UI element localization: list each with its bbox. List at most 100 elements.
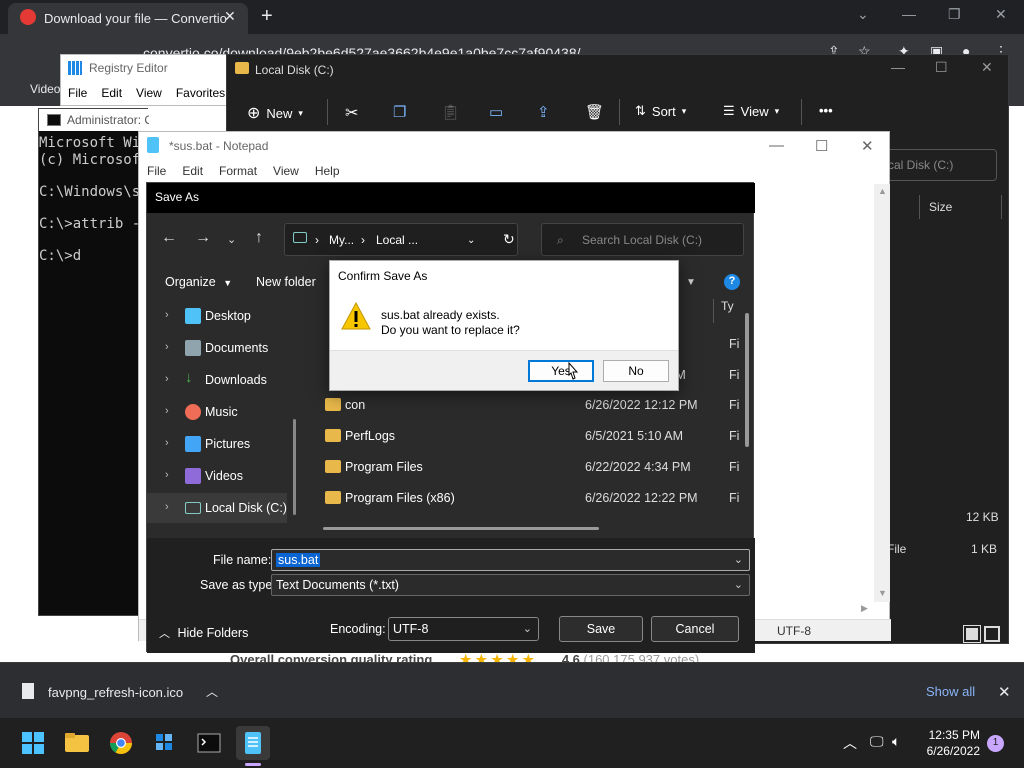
chrome-close-button[interactable]: ✕ [995, 6, 1007, 23]
help-icon[interactable]: ? [724, 274, 740, 290]
notepad-menu-edit[interactable]: Edit [182, 164, 203, 178]
scroll-right-icon[interactable]: ▶ [861, 603, 868, 614]
chrome-tab[interactable]: Download your file — Convertio [8, 3, 248, 34]
chevron-down-icon[interactable]: ⌄ [734, 553, 743, 566]
explorer-minimize-button[interactable]: — [891, 59, 905, 75]
share-icon[interactable]: ⇪ [537, 103, 550, 121]
column-header-size[interactable]: Size [929, 200, 952, 214]
breadcrumb-this-pc[interactable]: My... [329, 233, 354, 247]
chrome-collapse-icon[interactable]: ⌄ [857, 6, 869, 23]
nav-item-desktop[interactable]: › Desktop [147, 301, 287, 331]
delete-icon[interactable]: 🗑︎ [585, 103, 604, 121]
nav-item-videos[interactable]: › Videos [147, 461, 287, 491]
registry-menu-favorites[interactable]: Favorites [176, 86, 225, 100]
details-view-icon[interactable] [963, 625, 981, 643]
expand-chevron-icon[interactable]: › [165, 469, 169, 481]
file-row[interactable]: con 6/26/2022 12:12 PM Fi [323, 390, 743, 421]
address-dropdown-icon[interactable]: ⌄ [467, 235, 475, 246]
back-icon[interactable]: ← [161, 229, 177, 247]
explorer-close-button[interactable]: ✕ [981, 59, 993, 76]
search-input[interactable]: Search Local Disk (C:) [541, 223, 744, 256]
save-as-type-select[interactable]: Text Documents (*.txt) ⌄ [271, 574, 750, 596]
show-all-button[interactable]: Show all [926, 684, 975, 699]
more-options-icon[interactable]: ••• [819, 103, 833, 118]
registry-menu-view[interactable]: View [136, 86, 162, 100]
up-icon[interactable]: ↑ [255, 229, 263, 247]
expand-chevron-icon[interactable]: › [165, 341, 169, 353]
new-folder-button[interactable]: New folder [256, 275, 316, 289]
notepad-menu-help[interactable]: Help [315, 164, 340, 178]
address-bar[interactable]: › My... › Local ... ⌄ ↻ [284, 223, 518, 256]
nav-item-local-disk-c[interactable]: › Local Disk (C:) [147, 493, 287, 523]
breadcrumb-local-disk[interactable]: Local ... [376, 233, 418, 247]
no-button[interactable]: No [603, 360, 669, 382]
tab-close-icon[interactable]: ✕ [224, 8, 236, 25]
expand-chevron-icon[interactable]: › [165, 437, 169, 449]
tiles-view-icon[interactable] [984, 626, 1000, 642]
notepad-menu-file[interactable]: File [147, 164, 166, 178]
chrome-taskbar-icon[interactable] [104, 726, 138, 760]
bookmark-item[interactable]: Video [30, 82, 60, 96]
notepad-maximize-button[interactable]: ☐ [815, 137, 828, 155]
column-header-type[interactable]: Ty [721, 299, 734, 313]
chevron-up-icon[interactable]: ︿ [206, 683, 218, 700]
expand-chevron-icon[interactable]: › [165, 501, 169, 513]
scroll-up-icon[interactable]: ▲ [878, 186, 887, 196]
clock[interactable]: 12:35 PM 6/26/2022 [920, 727, 980, 759]
expand-chevron-icon[interactable]: › [165, 373, 169, 385]
file-row[interactable]: File 1 KB [887, 542, 997, 556]
command-prompt-taskbar-icon[interactable] [192, 726, 226, 760]
file-list-horizontal-scrollbar[interactable] [323, 527, 599, 530]
network-icon[interactable]: 🖵︎ [870, 733, 884, 750]
notepad-close-button[interactable]: ✕ [861, 137, 874, 155]
refresh-icon[interactable]: ↻ [503, 231, 515, 248]
notification-badge[interactable]: 1 [987, 735, 1004, 752]
file-list-vertical-scrollbar[interactable] [745, 313, 749, 447]
file-name-input[interactable]: sus.bat ⌄ [271, 549, 750, 571]
new-button[interactable]: ⊕ New ▾ [247, 103, 303, 123]
encoding-select[interactable]: UTF-8 ⌄ [388, 617, 539, 641]
registry-menu-edit[interactable]: Edit [101, 86, 122, 100]
start-button[interactable] [16, 726, 50, 760]
hide-folders-button[interactable]: ︿ Hide Folders [159, 625, 248, 641]
notepad-vertical-scrollbar[interactable]: ▲ ▼ [874, 184, 890, 602]
nav-item-documents[interactable]: › Documents [147, 333, 287, 363]
registry-menu-file[interactable]: File [68, 86, 87, 100]
file-row[interactable]: Program Files 6/22/2022 4:34 PM Fi [323, 452, 743, 483]
rename-icon[interactable]: ▭ [489, 103, 503, 121]
explorer-maximize-button[interactable]: ☐ [935, 59, 948, 76]
registry-editor-taskbar-icon[interactable] [148, 726, 182, 760]
notepad-menu-format[interactable]: Format [219, 164, 257, 178]
forward-icon[interactable]: → [195, 229, 211, 247]
file-row[interactable]: Program Files (x86) 6/26/2022 12:22 PM F… [323, 483, 743, 514]
copy-icon[interactable]: ❐ [393, 103, 406, 121]
chrome-minimize-button[interactable]: — [902, 6, 916, 22]
notepad-minimize-button[interactable]: — [769, 137, 784, 154]
file-row[interactable]: PerfLogs 6/5/2021 5:10 AM Fi [323, 421, 743, 452]
explorer-search-input[interactable]: cal Disk (C:) [877, 149, 997, 181]
sort-button[interactable]: ⇅ Sort ▾ [635, 103, 686, 119]
nav-pane-scrollbar[interactable] [293, 419, 296, 515]
expand-chevron-icon[interactable]: › [165, 405, 169, 417]
notepad-taskbar-icon[interactable] [236, 726, 270, 760]
save-button[interactable]: Save [559, 616, 643, 642]
cancel-button[interactable]: Cancel [651, 616, 739, 642]
volume-icon[interactable]: 🔈︎ [892, 733, 900, 750]
yes-button[interactable]: Yes [528, 360, 594, 382]
notepad-menu-view[interactable]: View [273, 164, 299, 178]
view-options-icon[interactable]: ▼ [686, 277, 696, 288]
chevron-up-icon[interactable]: ︿ [843, 733, 857, 753]
nav-item-music[interactable]: › Music [147, 397, 287, 427]
expand-chevron-icon[interactable]: › [165, 309, 169, 321]
download-item[interactable]: favpng_refresh-icon.ico [48, 685, 183, 700]
nav-item-downloads[interactable]: › ↓ Downloads [147, 365, 287, 395]
recent-locations-icon[interactable]: ⌄ [227, 233, 236, 246]
close-download-bar-icon[interactable]: ✕ [998, 683, 1011, 701]
nav-item-pictures[interactable]: › Pictures [147, 429, 287, 459]
new-tab-button[interactable]: + [261, 5, 273, 28]
organize-button[interactable]: Organize ▼ [165, 275, 232, 289]
paste-icon[interactable]: 📋︎ [441, 103, 460, 121]
view-button[interactable]: ☰ View ▾ [723, 103, 779, 119]
file-explorer-taskbar-icon[interactable] [60, 726, 94, 760]
chrome-restore-button[interactable]: ❐ [948, 6, 961, 23]
